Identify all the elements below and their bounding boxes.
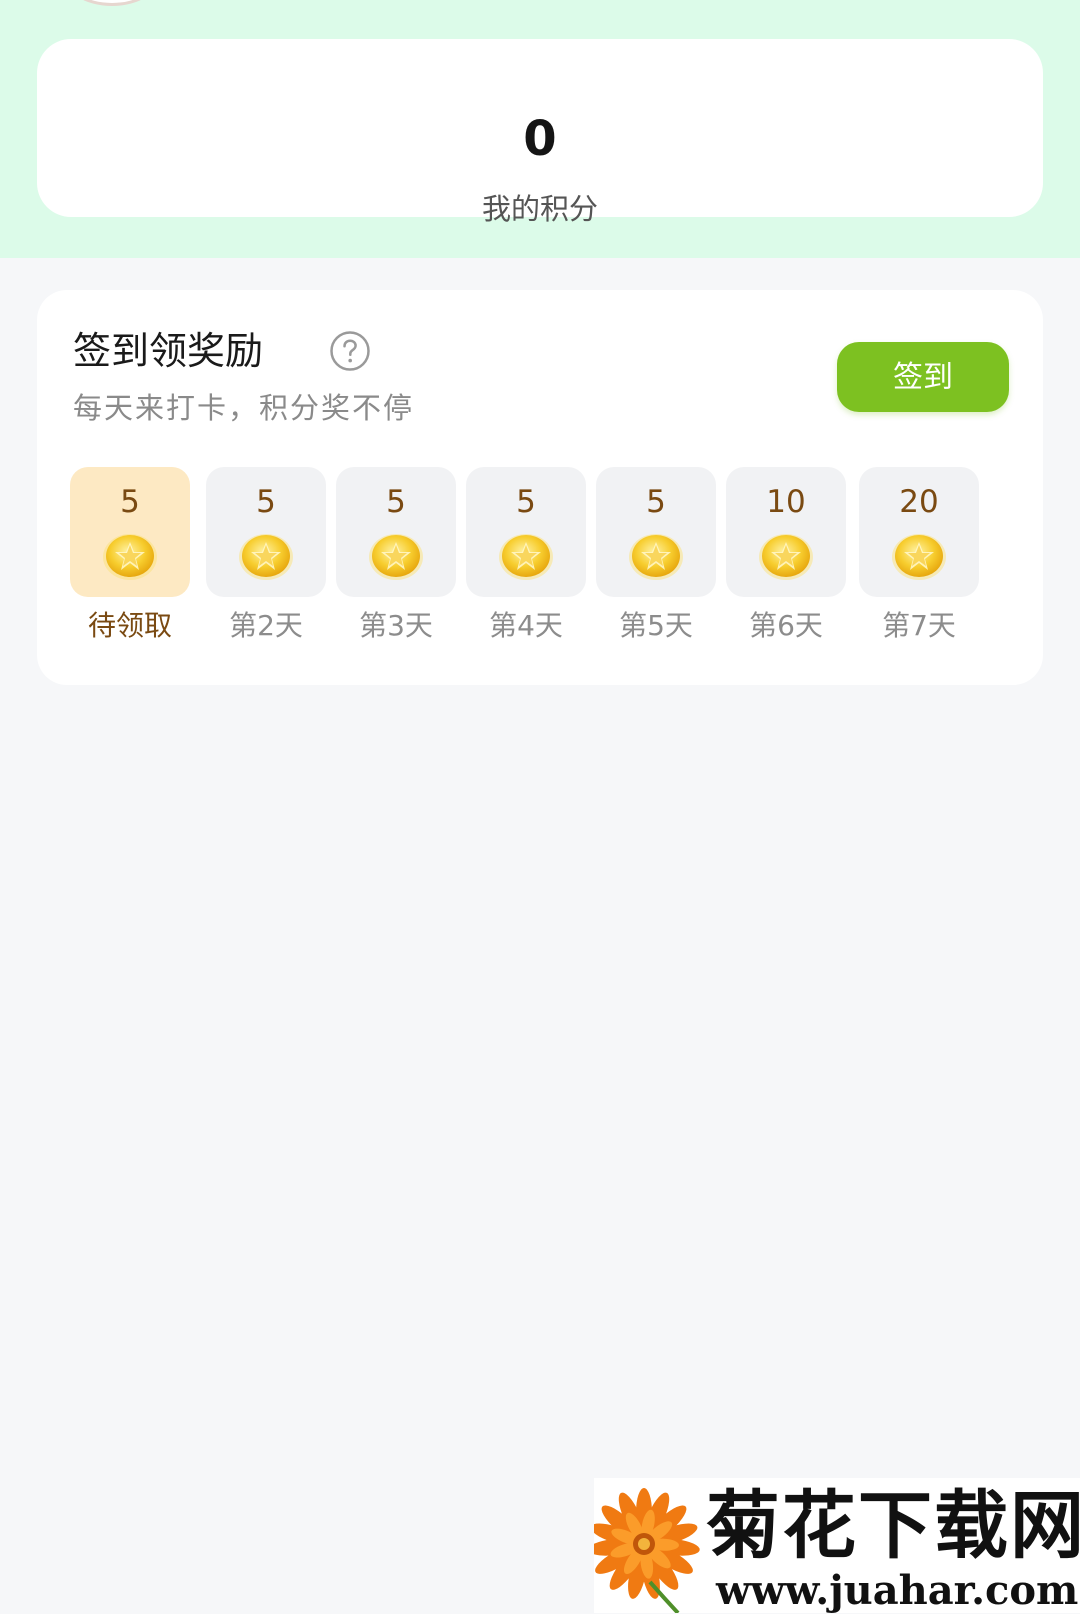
day-item[interactable]: 5 第3天	[336, 467, 456, 652]
day-amount: 5	[386, 484, 406, 520]
day-label: 待领取	[87, 609, 172, 642]
points-label: 我的积分	[481, 192, 598, 226]
points-value: 0	[523, 111, 557, 167]
day-label: 第2天	[229, 609, 303, 642]
day-item[interactable]: 5 待领取	[70, 467, 190, 652]
day-box: 20	[859, 467, 979, 597]
coin-icon	[499, 534, 553, 580]
day-amount: 20	[899, 484, 939, 520]
header-band: 0 我的积分	[0, 0, 1080, 258]
coin-icon	[103, 534, 157, 580]
watermark-url: www.juahar.com	[716, 1567, 1079, 1614]
day-amount: 10	[766, 484, 806, 520]
day-box: 10	[726, 467, 846, 597]
day-amount: 5	[516, 484, 536, 520]
checkin-title: 签到领奖励	[73, 329, 264, 373]
coin-icon	[629, 534, 683, 580]
day-label: 第6天	[749, 609, 823, 642]
points-card: 0 我的积分	[37, 39, 1043, 226]
coin-icon	[759, 534, 813, 580]
coin-icon	[239, 534, 293, 580]
day-item[interactable]: 5 第2天	[206, 467, 326, 652]
flower-logo-icon	[594, 1488, 700, 1613]
watermark-title: 菊花下载网	[706, 1483, 1080, 1569]
day-label: 第5天	[619, 609, 693, 642]
day-item[interactable]: 20 第7天	[859, 467, 979, 652]
question-circle-icon[interactable]	[329, 330, 371, 372]
day-box: 5	[596, 467, 716, 597]
day-box: 5	[70, 467, 190, 597]
coin-icon	[369, 534, 423, 580]
day-item[interactable]: 5 第5天	[596, 467, 716, 652]
signin-button[interactable]: 签到	[837, 342, 1009, 412]
day-item[interactable]: 5 第4天	[466, 467, 586, 652]
day-label: 第7天	[882, 609, 956, 642]
day-amount: 5	[120, 484, 140, 520]
checkin-subtitle: 每天来打卡，积分奖不停	[73, 391, 415, 425]
watermark: 菊花下载网 www.juahar.com	[594, 1478, 1080, 1614]
day-box: 5	[336, 467, 456, 597]
day-item[interactable]: 10 第6天	[726, 467, 846, 652]
avatar[interactable]	[62, 0, 162, 6]
coin-icon	[892, 534, 946, 580]
day-box: 5	[206, 467, 326, 597]
day-label: 第3天	[359, 609, 433, 642]
checkin-card: 签到领奖励 每天来打卡，积分奖不停 签到 5 待领取 5 第2天 5 第3天 5 第4天 5 第5…	[37, 290, 1043, 685]
day-box: 5	[466, 467, 586, 597]
day-amount: 5	[256, 484, 276, 520]
day-label: 第4天	[489, 609, 563, 642]
day-amount: 5	[646, 484, 666, 520]
